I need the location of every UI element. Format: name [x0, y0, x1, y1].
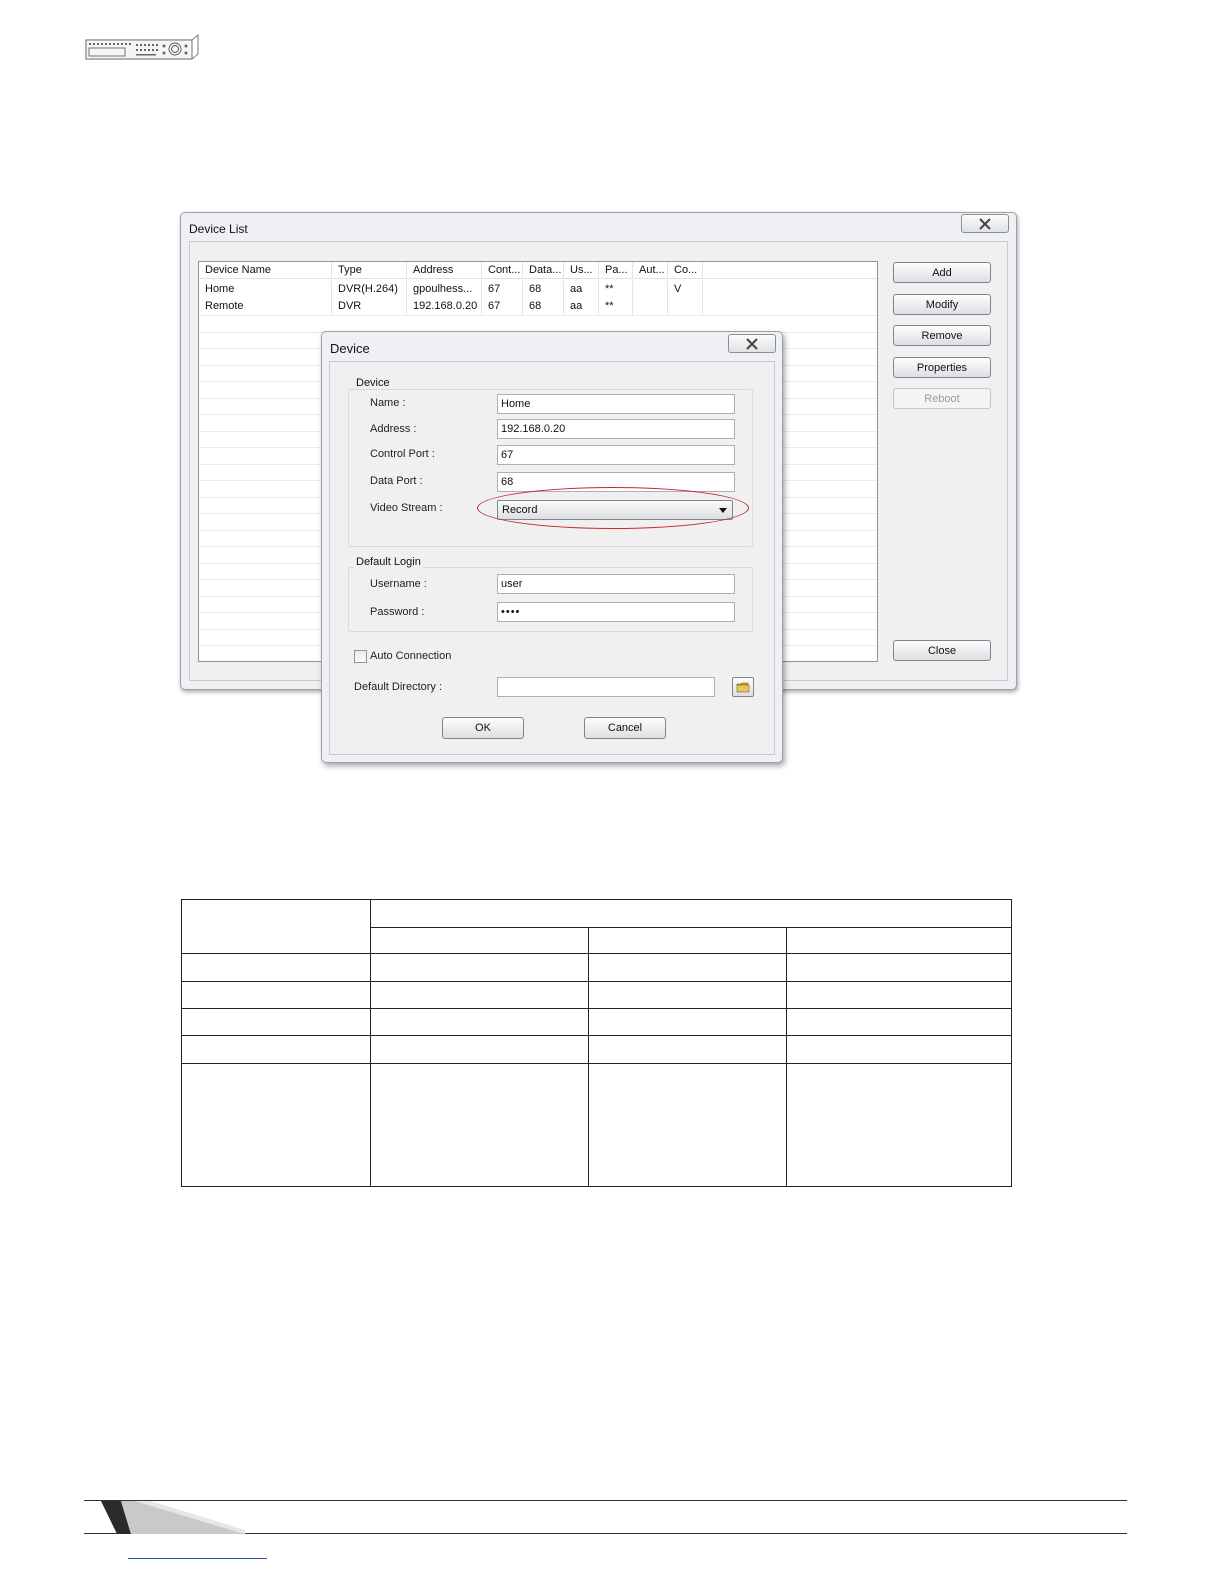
close-icon: [979, 217, 991, 230]
table-row: [181, 953, 1013, 983]
table-row: [181, 1062, 1013, 1188]
cell: Home: [199, 281, 332, 298]
cell: 68: [523, 281, 564, 298]
properties-button[interactable]: Properties: [893, 357, 991, 378]
remove-button[interactable]: Remove: [893, 325, 991, 346]
address-field[interactable]: 192.168.0.20: [497, 419, 735, 439]
column-header[interactable]: Address: [407, 262, 482, 278]
address-label: Address :: [370, 423, 417, 435]
column-header[interactable]: Cont...: [482, 262, 523, 278]
table-cell: [369, 898, 1013, 929]
column-header[interactable]: Aut...: [633, 262, 668, 278]
device-dialog: Device Device Name : Home Address : 192.…: [321, 331, 783, 763]
table-row[interactable]: Remote DVR 192.168.0.20 67 68 aa **: [199, 298, 703, 315]
default-directory-field[interactable]: [497, 677, 715, 697]
device-dialog-title: Device: [330, 341, 370, 356]
folder-icon: [736, 682, 750, 693]
cell: 68: [523, 298, 564, 315]
table-row: [181, 1008, 1013, 1037]
cell: aa: [564, 298, 599, 315]
device-dialog-close-button[interactable]: [728, 334, 776, 353]
close-icon: [746, 337, 758, 350]
add-button[interactable]: Add: [893, 262, 991, 283]
table-cell: [370, 927, 589, 955]
cell: 67: [482, 298, 523, 315]
device-list-header: Device Name Type Address Cont... Data...…: [199, 262, 877, 279]
cell: **: [599, 298, 633, 315]
column-header[interactable]: Co...: [668, 262, 703, 278]
password-label: Password :: [370, 606, 425, 618]
cell: 192.168.0.20: [407, 298, 482, 315]
control-port-field[interactable]: 67: [497, 445, 735, 465]
column-header[interactable]: Pa...: [599, 262, 633, 278]
reboot-button[interactable]: Reboot: [893, 388, 991, 409]
cell: V: [668, 281, 703, 298]
table-row: [181, 1035, 1013, 1064]
device-list-title: Device List: [189, 222, 248, 236]
column-header[interactable]: Us...: [564, 262, 599, 278]
auto-connection-label: Auto Connection: [370, 650, 452, 662]
dvr-device-image: [85, 34, 199, 60]
username-field[interactable]: user: [497, 574, 735, 594]
video-stream-label: Video Stream :: [370, 502, 443, 514]
spec-table: [181, 898, 1013, 1188]
table-row[interactable]: Home DVR(H.264) gpoulhess... 67 68 aa **…: [199, 281, 703, 298]
cell: 67: [482, 281, 523, 298]
footer-brand-graphic: [101, 1501, 245, 1534]
data-port-label: Data Port :: [370, 475, 423, 487]
name-field[interactable]: Home: [497, 394, 735, 414]
default-directory-label: Default Directory :: [354, 681, 443, 693]
modify-button[interactable]: Modify: [893, 294, 991, 315]
table-cell: [181, 898, 371, 955]
column-header[interactable]: Device Name: [199, 262, 332, 278]
cell: **: [599, 281, 633, 298]
auto-connection-checkbox[interactable]: [354, 650, 367, 663]
control-port-label: Control Port :: [370, 448, 435, 460]
cell: aa: [564, 281, 599, 298]
cell: [633, 281, 668, 298]
cell: [633, 298, 668, 315]
column-header[interactable]: Data...: [523, 262, 564, 278]
table-row: [181, 981, 1013, 1010]
close-button[interactable]: Close: [893, 640, 991, 661]
cell: gpoulhess...: [407, 281, 482, 298]
cell: DVR: [332, 298, 407, 315]
default-login-label: Default Login: [354, 556, 423, 568]
grid-line: [199, 315, 877, 316]
device-list-close-button[interactable]: [961, 214, 1009, 233]
cell: Remote: [199, 298, 332, 315]
footer-link-underline: [128, 1558, 267, 1559]
cell: [668, 298, 703, 315]
device-group-label: Device: [354, 377, 392, 389]
name-label: Name :: [370, 397, 406, 409]
ok-button[interactable]: OK: [442, 717, 524, 739]
username-label: Username :: [370, 578, 427, 590]
table-cell: [588, 927, 787, 955]
cancel-button[interactable]: Cancel: [584, 717, 666, 739]
table-cell: [785, 927, 1013, 955]
highlight-ellipse: [477, 487, 749, 529]
column-header[interactable]: Type: [332, 262, 407, 278]
browse-folder-button[interactable]: [732, 677, 754, 697]
password-field[interactable]: ••••: [497, 602, 735, 622]
cell: DVR(H.264): [332, 281, 407, 298]
